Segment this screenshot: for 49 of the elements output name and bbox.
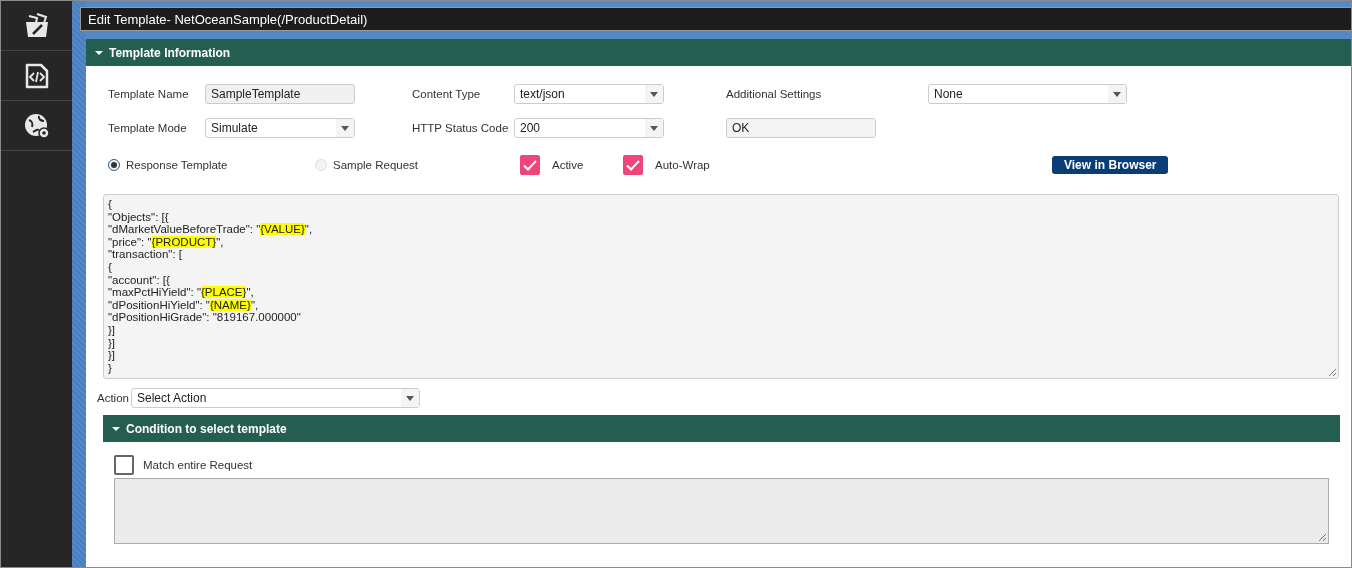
code-line: "Objects": [{ <box>108 210 169 224</box>
dropdown[interactable]: 200 <box>514 118 664 138</box>
checkbox[interactable] <box>623 155 643 175</box>
code-line: { <box>108 260 112 274</box>
code-line: "dPositionHiGrade": "819167.000000" <box>108 311 301 324</box>
text-field[interactable]: SampleTemplate <box>205 84 355 104</box>
option-label: Response Template <box>126 159 228 171</box>
section-header[interactable]: Template Information <box>86 39 1351 66</box>
code-line: { <box>108 198 112 211</box>
checkbox[interactable] <box>114 455 134 475</box>
caret-icon <box>1113 91 1121 97</box>
field-label: Template Mode <box>108 122 188 134</box>
caret-icon <box>405 395 414 401</box>
option-label: Sample Request <box>333 159 419 171</box>
caret-icon <box>95 48 103 57</box>
caret-icon <box>341 125 349 131</box>
code-line: }] <box>108 323 116 337</box>
field-label: Template Name <box>108 88 190 100</box>
option-label: Match entire Request <box>143 459 253 471</box>
field-label: Additional Settings <box>726 88 823 100</box>
code-line: }] <box>108 336 116 350</box>
view-in-browser-button[interactable]: View in Browser <box>1052 156 1169 174</box>
dropdown[interactable]: Simulate <box>205 118 355 138</box>
caret-icon <box>112 424 120 433</box>
section-header[interactable]: Condition to select template <box>103 415 1340 442</box>
caret-icon <box>650 125 658 131</box>
dropdown[interactable]: None <box>928 84 1127 104</box>
option-label: Auto-Wrap <box>655 159 710 171</box>
code-line: "transaction": [ <box>108 248 182 261</box>
code-line: } <box>108 361 112 375</box>
code-file-icon <box>24 62 49 89</box>
dropdown[interactable]: Select Action <box>130 388 420 408</box>
globe-gear-icon <box>22 111 51 140</box>
code-line: "account": [{ <box>108 273 170 287</box>
field-label: Content Type <box>412 88 482 100</box>
field-label: HTTP Status Code <box>412 122 510 134</box>
resize-grip-icon[interactable] <box>1328 368 1336 376</box>
radio-button[interactable] <box>108 159 120 171</box>
check-icon <box>523 159 537 171</box>
resize-grip-icon[interactable] <box>1318 533 1326 541</box>
window-title: Edit Template- NetOceanSample(/ProductDetail) <box>80 7 1351 31</box>
field-label: Action <box>97 392 129 404</box>
caret-icon <box>650 91 658 97</box>
checkbox[interactable] <box>520 155 540 175</box>
status-text-field[interactable]: OK <box>726 118 876 138</box>
check-icon <box>626 159 640 171</box>
option-label: Active <box>552 159 584 171</box>
dropdown[interactable]: text/json <box>514 84 664 104</box>
code-line: }] <box>108 349 116 362</box>
